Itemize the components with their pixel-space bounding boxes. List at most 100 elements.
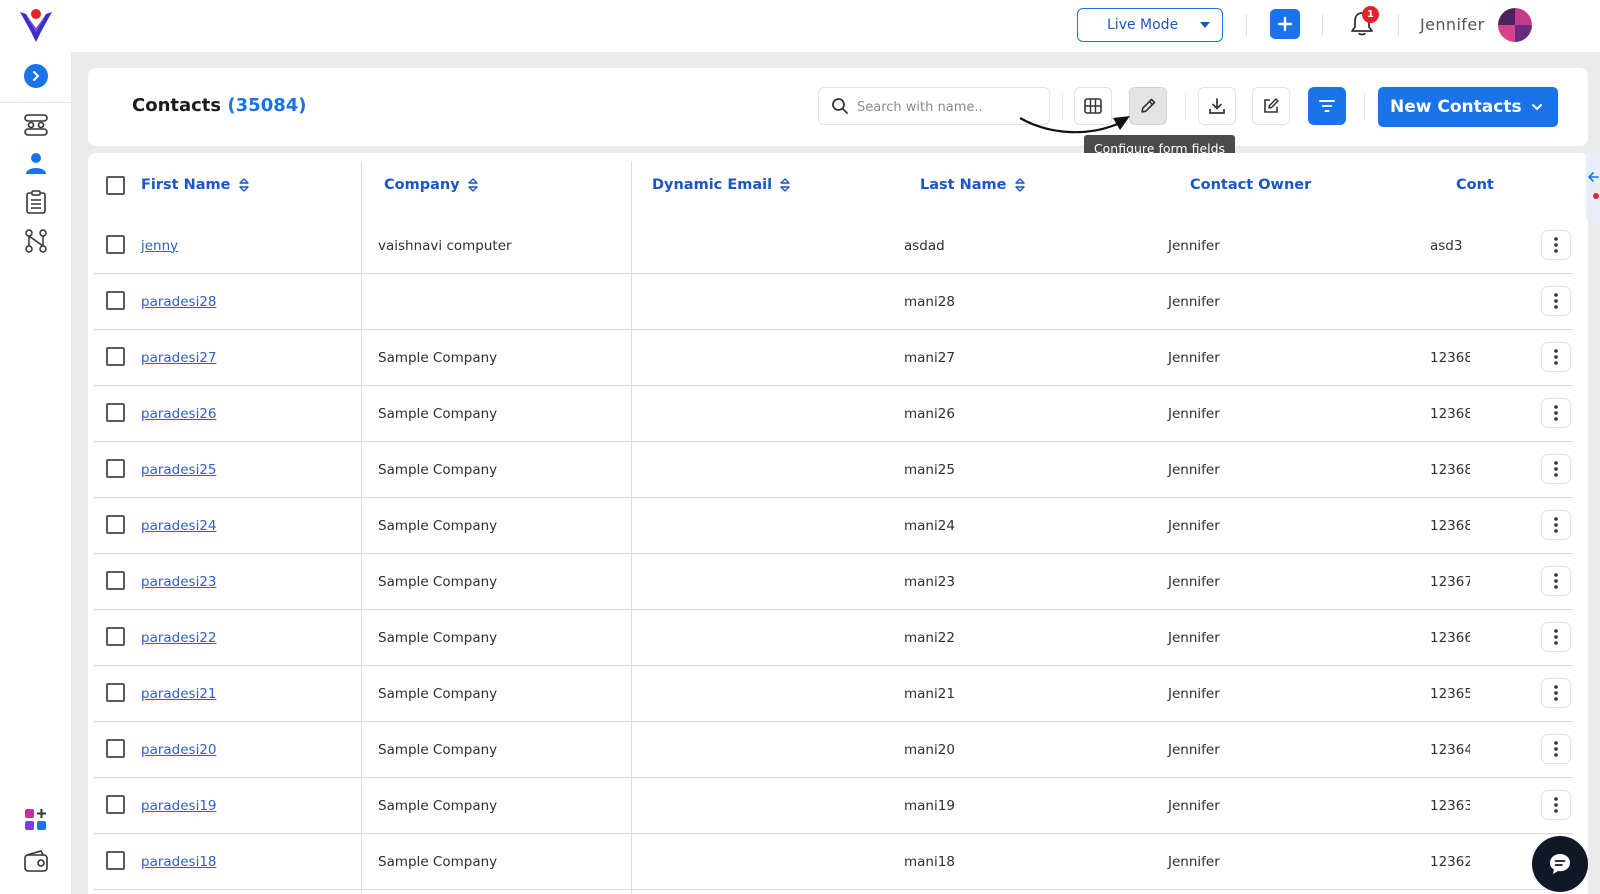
column-header-last-name[interactable]: Last Name xyxy=(920,153,1026,217)
new-contacts-button[interactable]: New Contacts xyxy=(1378,87,1558,127)
apps-add-icon[interactable] xyxy=(23,807,49,833)
workflow-icon[interactable] xyxy=(23,112,49,138)
first-name-link[interactable]: paradesi19 xyxy=(141,777,217,834)
column-header-contact-owner[interactable]: Contact Owner xyxy=(1190,153,1311,217)
row-checkbox[interactable] xyxy=(106,795,125,814)
last-name-cell: mani25 xyxy=(904,461,955,478)
sidebar-expand-button[interactable] xyxy=(24,64,48,88)
contact-person-icon[interactable] xyxy=(23,150,49,176)
table-row[interactable]: paradesi25 Sample Company mani25 Jennifer 12… xyxy=(93,441,1573,498)
title-text: Contacts xyxy=(132,95,222,116)
more-vertical-icon xyxy=(1554,797,1558,813)
sort-icon[interactable] xyxy=(1014,177,1026,193)
row-checkbox[interactable] xyxy=(106,235,125,254)
sort-icon[interactable] xyxy=(238,177,250,193)
row-actions-button[interactable] xyxy=(1541,734,1571,764)
row-checkbox[interactable] xyxy=(106,851,125,870)
search-input[interactable] xyxy=(857,97,1042,117)
sidebar xyxy=(0,52,72,894)
row-actions-button[interactable] xyxy=(1541,454,1571,484)
chevron-right-icon xyxy=(33,71,40,81)
bulk-edit-button[interactable] xyxy=(1252,87,1290,125)
table-row[interactable]: paradesi23 Sample Company mani23 Jennifer 12… xyxy=(93,553,1573,610)
row-actions-button[interactable] xyxy=(1541,790,1571,820)
row-actions-button[interactable] xyxy=(1541,286,1571,316)
row-actions-button[interactable] xyxy=(1541,678,1571,708)
column-header-first-name[interactable]: First Name xyxy=(141,153,250,217)
last-name-cell: mani24 xyxy=(904,517,955,534)
first-name-link[interactable]: paradesi24 xyxy=(141,497,217,554)
table-row[interactable]: paradesi24 Sample Company mani24 Jennifer 12… xyxy=(93,497,1573,554)
select-all-checkbox[interactable] xyxy=(106,176,125,195)
divider xyxy=(1398,14,1399,36)
table-row[interactable]: paradesi28 mani28 Jennifer xyxy=(93,273,1573,330)
column-header-label: Cont xyxy=(1456,177,1494,193)
sort-icon[interactable] xyxy=(467,177,479,193)
clipboard-list-icon[interactable] xyxy=(23,189,49,215)
company-cell: Sample Company xyxy=(378,405,498,422)
column-header-company[interactable]: Company xyxy=(384,153,479,217)
row-checkbox[interactable] xyxy=(106,739,125,758)
table-row[interactable]: paradesi20 Sample Company mani20 Jennifer 12… xyxy=(93,721,1573,778)
table-row[interactable]: paradesi26 Sample Company mani26 Jennifer 12… xyxy=(93,385,1573,442)
search-icon xyxy=(832,98,848,114)
notifications-button[interactable]: 1 xyxy=(1349,6,1379,39)
row-actions-button[interactable] xyxy=(1541,510,1571,540)
column-header-dynamic-email[interactable]: Dynamic Email xyxy=(652,153,791,217)
table-row[interactable]: paradesi27 Sample Company mani27 Jennifer 12… xyxy=(93,329,1573,386)
download-button[interactable] xyxy=(1198,87,1236,125)
mode-dropdown[interactable]: Live Mode xyxy=(1077,8,1223,42)
divider xyxy=(1062,92,1063,120)
row-actions-button[interactable] xyxy=(1541,230,1571,260)
manage-columns-button[interactable] xyxy=(1074,87,1112,125)
wallet-icon[interactable] xyxy=(23,848,49,874)
first-name-link[interactable]: jenny xyxy=(141,217,178,274)
row-checkbox[interactable] xyxy=(106,627,125,646)
row-checkbox[interactable] xyxy=(106,515,125,534)
first-name-link[interactable]: paradesi22 xyxy=(141,609,217,666)
row-actions-button[interactable] xyxy=(1541,342,1571,372)
table-row[interactable]: paradesi19 Sample Company mani19 Jennifer 12… xyxy=(93,777,1573,834)
app-logo[interactable] xyxy=(16,6,56,46)
side-panel-tab[interactable] xyxy=(1586,152,1600,224)
row-checkbox[interactable] xyxy=(106,403,125,422)
company-cell: Sample Company xyxy=(378,685,498,702)
last-name-cell: mani20 xyxy=(904,741,955,758)
first-name-link[interactable]: paradesi28 xyxy=(141,273,217,330)
first-name-link[interactable]: paradesi18 xyxy=(141,833,217,890)
first-name-link[interactable]: paradesi20 xyxy=(141,721,217,778)
filter-button[interactable] xyxy=(1308,87,1346,125)
divider xyxy=(1364,92,1365,120)
first-name-link[interactable]: paradesi26 xyxy=(141,385,217,442)
first-name-link[interactable]: paradesi27 xyxy=(141,329,217,386)
avatar[interactable] xyxy=(1498,8,1532,42)
row-actions-button[interactable] xyxy=(1541,398,1571,428)
row-checkbox[interactable] xyxy=(106,683,125,702)
table-row[interactable]: jenny vaishnavi computer asdad Jennifer asd3 xyxy=(93,217,1573,274)
search-box[interactable] xyxy=(818,87,1050,125)
row-checkbox[interactable] xyxy=(106,291,125,310)
first-name-link[interactable]: paradesi25 xyxy=(141,441,217,498)
row-checkbox[interactable] xyxy=(106,571,125,590)
last-name-cell: asdad xyxy=(904,237,945,254)
row-actions-button[interactable] xyxy=(1541,622,1571,652)
row-actions-button[interactable] xyxy=(1541,566,1571,596)
table-row[interactable]: paradesi21 Sample Company mani21 Jennifer 12… xyxy=(93,665,1573,722)
row-checkbox[interactable] xyxy=(106,347,125,366)
chat-button[interactable] xyxy=(1532,836,1588,892)
filter-icon xyxy=(1319,100,1335,112)
table-row[interactable]: paradesi18 Sample Company mani18 Jennifer 12… xyxy=(93,833,1573,890)
more-vertical-icon xyxy=(1554,349,1558,365)
column-header-label: Dynamic Email xyxy=(652,177,773,193)
column-header-contact[interactable]: Cont xyxy=(1456,153,1520,217)
first-name-link[interactable]: paradesi23 xyxy=(141,553,217,610)
sort-icon[interactable] xyxy=(779,177,791,193)
quick-add-button[interactable] xyxy=(1270,9,1300,39)
configure-form-fields-button[interactable] xyxy=(1129,87,1167,125)
row-checkbox[interactable] xyxy=(106,459,125,478)
user-name[interactable]: Jennifer xyxy=(1420,15,1485,34)
table-row[interactable]: paradesi22 Sample Company mani22 Jennifer 12… xyxy=(93,609,1573,666)
more-vertical-icon xyxy=(1554,405,1558,421)
integration-tree-icon[interactable] xyxy=(23,228,49,254)
first-name-link[interactable]: paradesi21 xyxy=(141,665,217,722)
